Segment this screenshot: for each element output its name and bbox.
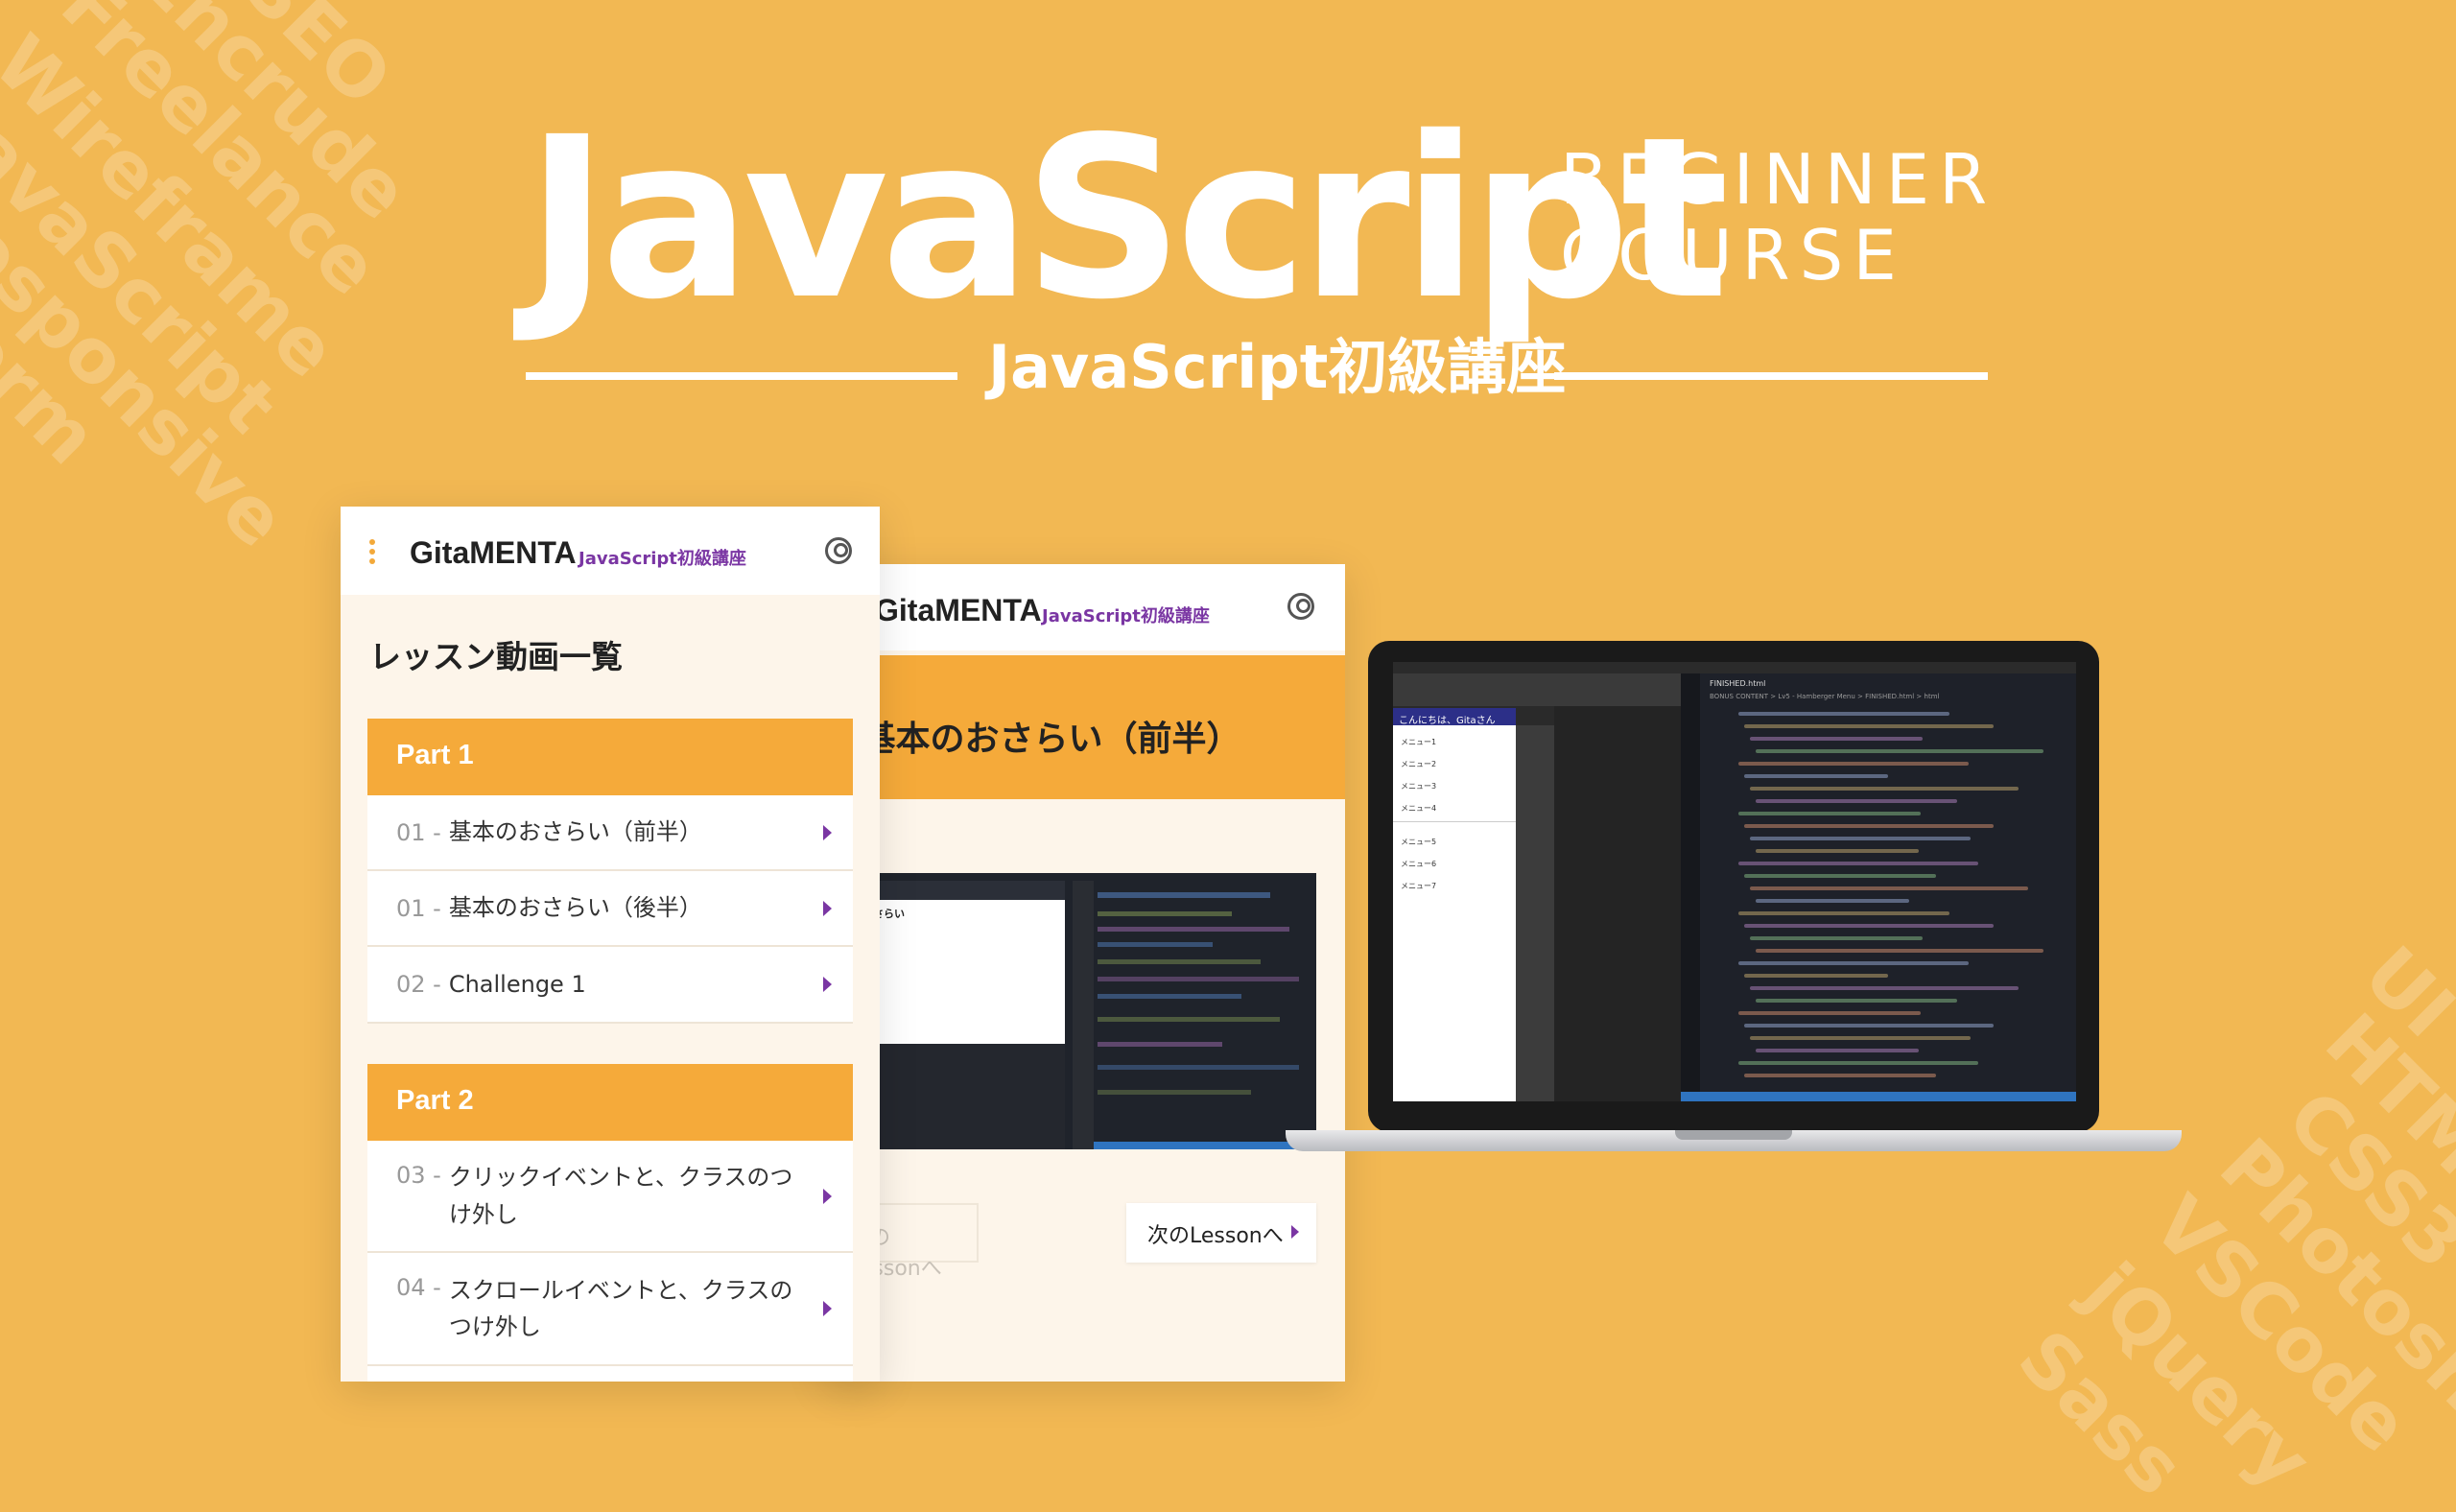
lesson-list-header: GitaMENTA JavaScript初級講座: [341, 507, 880, 595]
lesson-list-title: レッスン動画一覧: [369, 638, 623, 675]
next-lesson-label: 次のLessonへ: [1147, 1224, 1284, 1248]
laptop-screen: こんにちは、Gitaさん メニュー1 メニュー2 メニュー3 メニュー4 メニュ…: [1393, 662, 2076, 1101]
part-header: Part 2: [367, 1064, 853, 1141]
lesson-number: 02 -: [396, 971, 441, 998]
lesson-number: 04 -: [396, 1274, 441, 1301]
lesson-item-title: 基本のおさらい（前半）: [448, 818, 702, 846]
hamburger-menu: メニュー1 メニュー2 メニュー3 メニュー4 メニュー5 メニュー6 メニュー…: [1393, 725, 1516, 1101]
hero-rule-left: [526, 372, 957, 380]
activity-bar: [1681, 673, 1700, 1101]
menu-item[interactable]: メニュー6: [1401, 859, 1436, 869]
brand-tag: JavaScript初級講座: [579, 549, 746, 569]
menu-item[interactable]: メニュー2: [1401, 759, 1436, 769]
next-lesson-button[interactable]: 次のLessonへ: [1126, 1203, 1316, 1263]
lesson-number: 01 -: [396, 818, 441, 846]
brand-logo: GitaMENTA: [410, 535, 577, 570]
kebab-menu-icon[interactable]: [369, 539, 375, 568]
editor-tab[interactable]: FINISHED.html: [1710, 679, 1765, 688]
lesson-video[interactable]: 基本のおさらい: [825, 873, 1316, 1149]
chevron-right-icon: [823, 900, 832, 916]
code-line: [1750, 737, 1923, 741]
code-line: [1756, 749, 2043, 753]
code-line: [1738, 762, 1969, 766]
mac-menubar: [1393, 662, 2076, 673]
brand-tag: JavaScript初級講座: [1042, 606, 1210, 626]
code-line: [1750, 1036, 1971, 1040]
code-line: [1756, 1049, 1919, 1052]
lesson-item-title: クリックイベントと、クラスのつけ外し: [448, 1164, 793, 1228]
code-line: [1750, 787, 2019, 791]
part-header: Part 1: [367, 719, 853, 795]
lesson-item-title: 基本のおさらい（後半）: [448, 894, 702, 922]
code-line: [1744, 974, 1888, 978]
code-editor: FINISHED.html BONUS CONTENT > Lv5 - Hamb…: [1681, 673, 2076, 1101]
chevron-right-icon: [823, 1301, 832, 1316]
code-line: [1744, 774, 1888, 778]
browser-greeting: こんにちは、Gitaさん: [1393, 708, 1516, 726]
code-line: [1756, 899, 1909, 903]
lesson-page-header: GitaMENTA JavaScript初級講座: [825, 564, 1345, 650]
code-line: [1750, 886, 2028, 890]
code-line: [1738, 862, 1978, 865]
code-line: [1750, 936, 1923, 940]
chevron-right-icon: [823, 824, 832, 840]
hero-japanese-title: JavaScript初級講座: [988, 332, 1567, 402]
devtools-pane: [1554, 706, 1681, 1101]
code-line: [1744, 924, 1994, 928]
lesson-item[interactable]: 04 - スクロールイベントと、クラスのつけ外し: [367, 1253, 853, 1366]
laptop-notch: [1675, 1130, 1792, 1140]
code-line: [1750, 837, 1971, 840]
lesson-item[interactable]: 03 - クリックイベントと、クラスのつけ外し: [367, 1141, 853, 1253]
brand-logo: GitaMENTA: [875, 593, 1042, 627]
code-line: [1744, 1024, 1994, 1028]
menu-item[interactable]: メニュー7: [1401, 881, 1436, 891]
code-line: [1738, 812, 1921, 815]
code-line: [1756, 949, 2043, 953]
lesson-item-title: スクロールイベントと、クラスのつけ外し: [448, 1276, 793, 1340]
code-line: [1744, 874, 1936, 878]
user-icon[interactable]: [825, 537, 852, 564]
lesson-item[interactable]: [367, 1366, 853, 1382]
lesson-item[interactable]: 01 - 基本のおさらい（後半）: [367, 871, 853, 947]
menu-item[interactable]: メニュー3: [1401, 781, 1436, 791]
code-line: [1738, 712, 1949, 716]
status-bar: [1681, 1092, 2076, 1101]
lesson-item[interactable]: 01 - 基本のおさらい（前半）: [367, 795, 853, 871]
code-line: [1738, 1061, 1978, 1065]
code-line: [1744, 1074, 1936, 1077]
code-line: [1750, 986, 2019, 990]
code-line: [1738, 1011, 1921, 1015]
browser-window: こんにちは、Gitaさん メニュー1 メニュー2 メニュー3 メニュー4 メニュ…: [1393, 673, 1681, 1101]
code-line: [1744, 724, 1994, 728]
code-line: [1756, 799, 1957, 803]
hero-subtitle-line2: COURSE: [1560, 215, 1906, 296]
chevron-right-icon: [1291, 1225, 1299, 1239]
code-line: [1738, 961, 1969, 965]
chevron-right-icon: [823, 977, 832, 992]
hero-rule-right: [1554, 372, 1988, 380]
menu-item[interactable]: メニュー4: [1401, 803, 1436, 814]
menu-item[interactable]: メニュー5: [1401, 837, 1436, 847]
hero-title: JavaScript: [526, 89, 1729, 348]
code-line: [1756, 849, 1919, 853]
lesson-title: - 基本のおさらい（前半）: [835, 720, 1241, 759]
lesson-number: 01 -: [396, 894, 441, 922]
user-icon[interactable]: [1287, 593, 1314, 620]
chevron-right-icon: [823, 1188, 832, 1204]
menu-item[interactable]: メニュー1: [1401, 737, 1436, 747]
code-line: [1744, 824, 1994, 828]
hero-subtitle-line1: BEGINNER: [1560, 139, 1997, 220]
lesson-page-mockup: GitaMENTA JavaScript初級講座 1 - 基本のおさらい（前半）…: [825, 564, 1345, 1382]
hero-subtitle: BEGINNER COURSE: [1560, 139, 1997, 296]
lesson-item-title: Challenge 1: [448, 970, 586, 998]
code-line: [1738, 911, 1949, 915]
lesson-number: 03 -: [396, 1162, 441, 1189]
code-line: [1756, 999, 1957, 1003]
lesson-item[interactable]: 02 - Challenge 1: [367, 947, 853, 1024]
editor-breadcrumb: BONUS CONTENT > Lv5 - Hamberger Menu > F…: [1710, 693, 1940, 700]
